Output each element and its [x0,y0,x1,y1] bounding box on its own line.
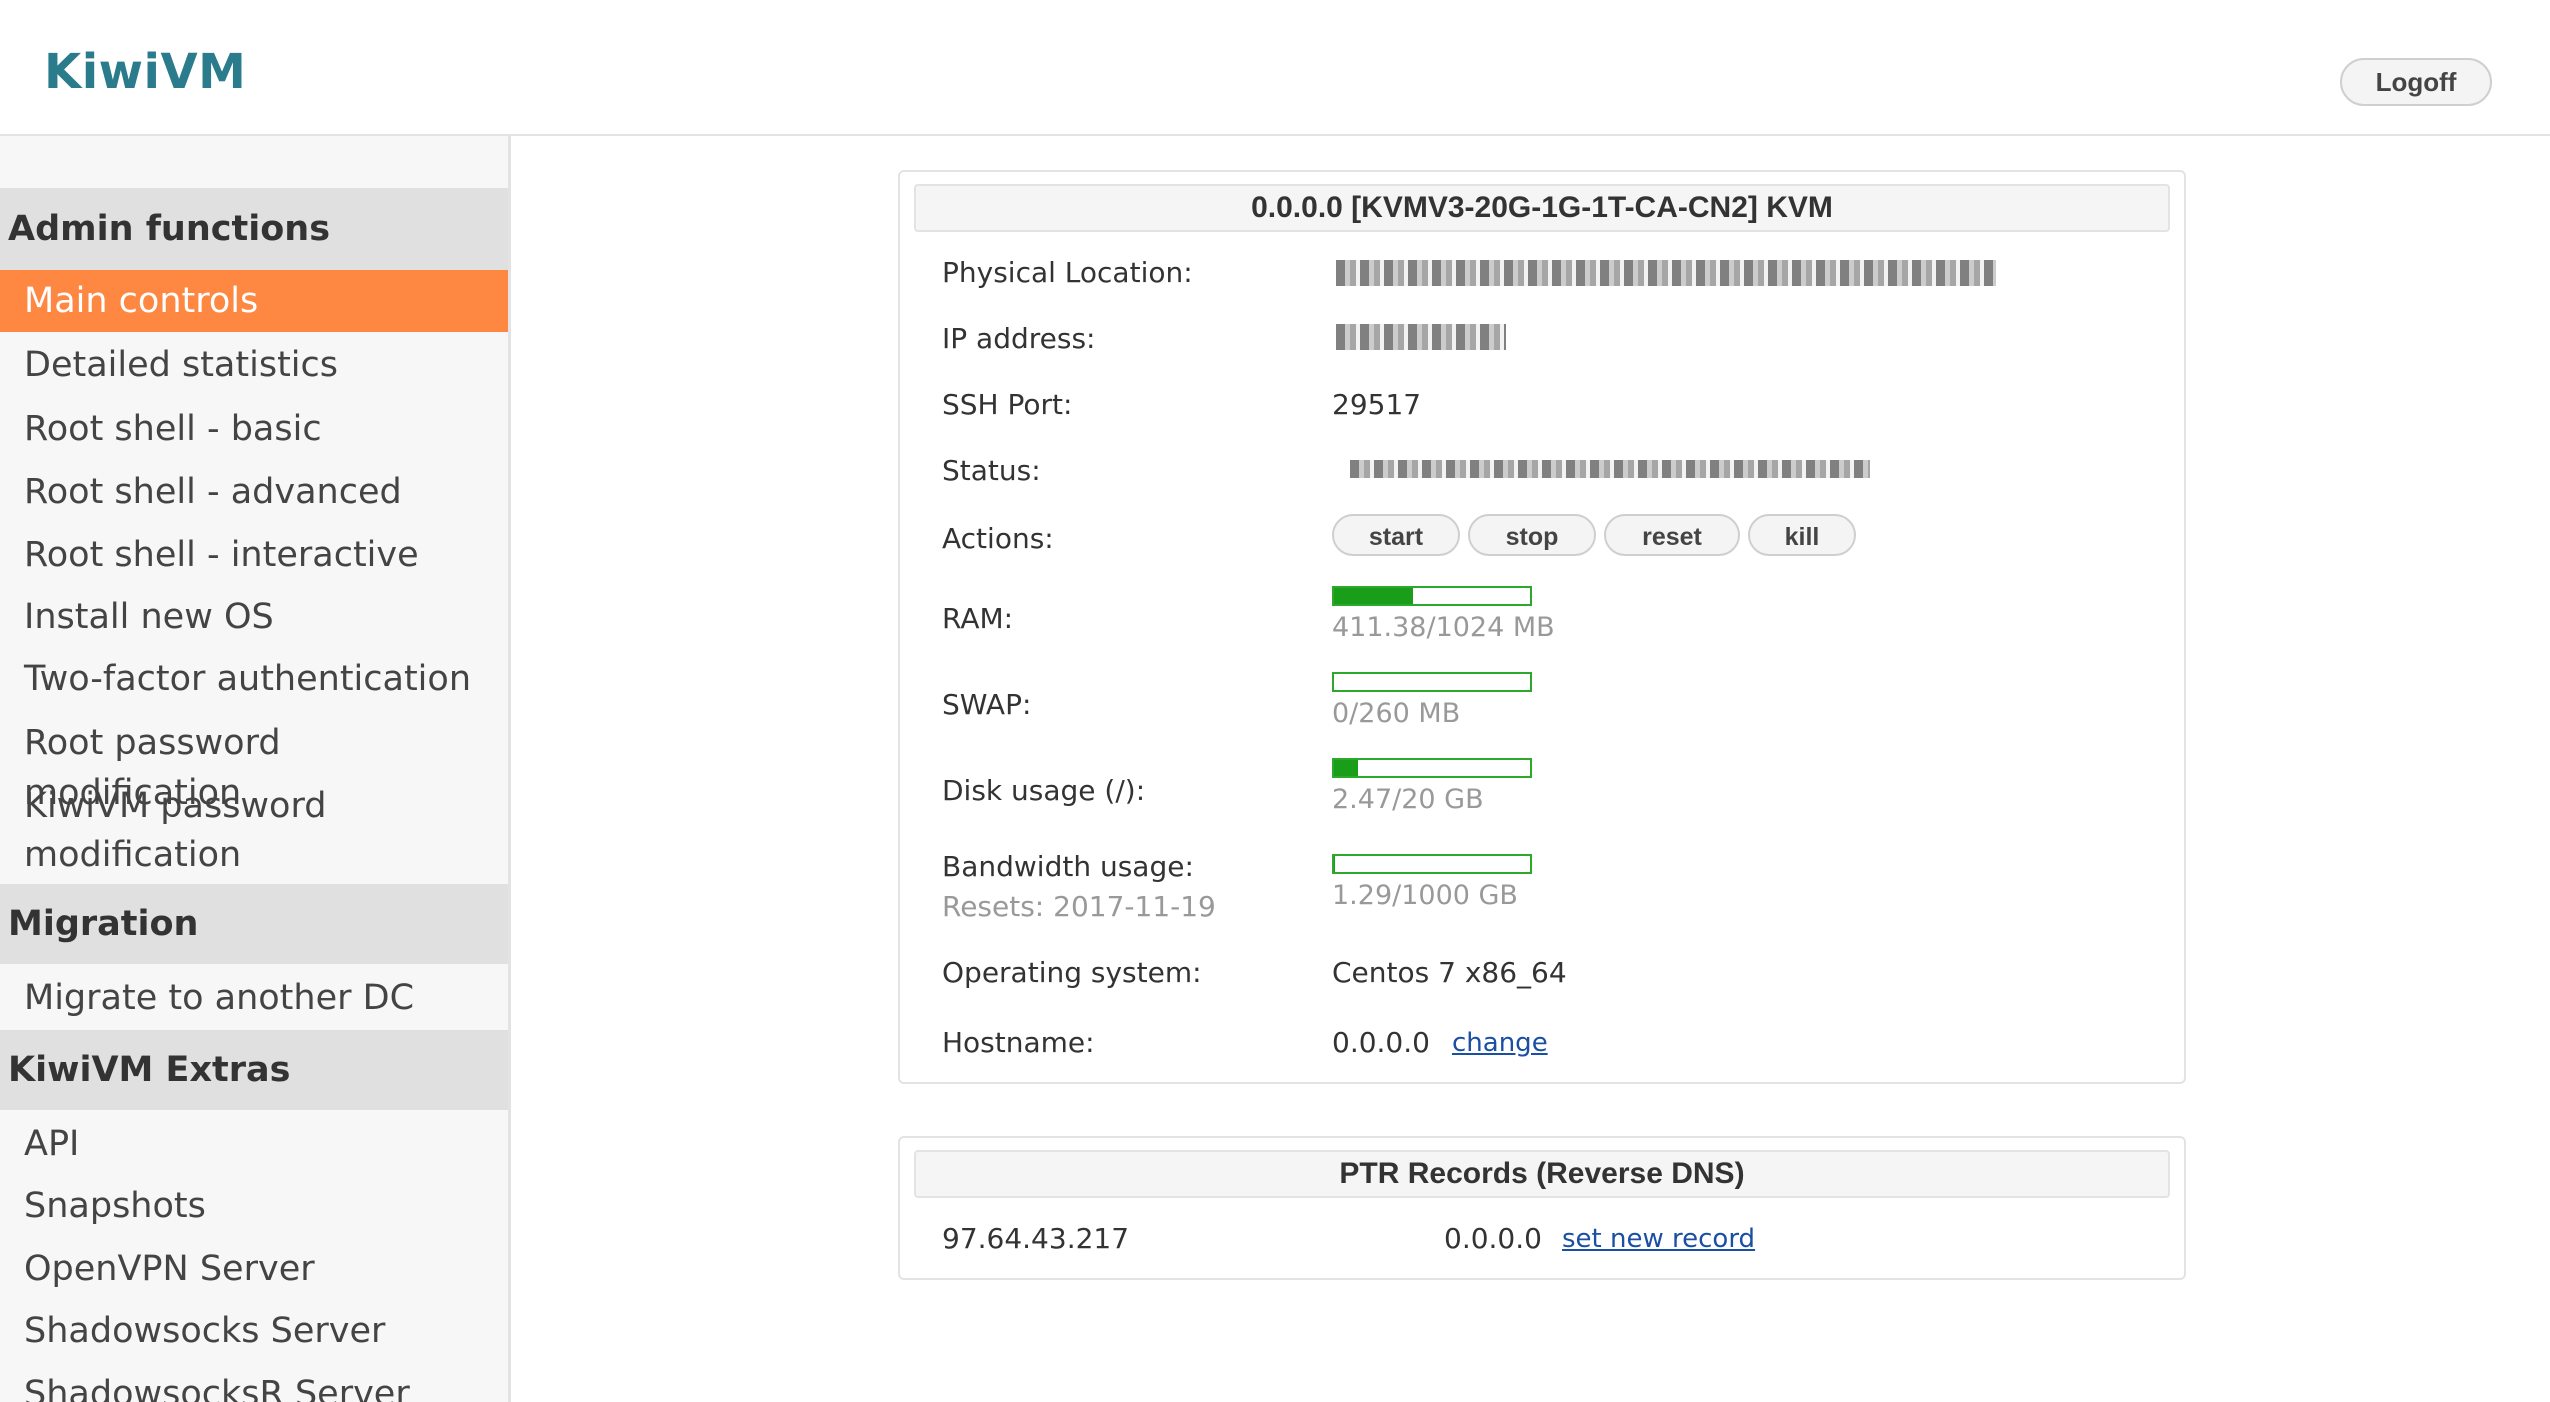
sidebar-item-install-new-os[interactable]: Install new OS [0,592,508,642]
bandwidth-usage-text: 1.29/1000 GB [1332,880,1518,911]
sidebar-section-kiwivm-extras: KiwiVM Extras [0,1030,508,1110]
bandwidth-bar [1332,854,1532,874]
swap-usage-text: 0/260 MB [1332,698,1461,729]
ram-bar [1332,586,1532,606]
hostname-label: Hostname: [942,1026,1095,1059]
swap-label: SWAP: [942,688,1032,721]
disk-usage-text: 2.47/20 GB [1332,784,1484,815]
vps-title: 0.0.0.0 [KVMV3-20G-1G-1T-CA-CN2] KVM [914,184,2170,232]
sidebar-item-api[interactable]: API [0,1119,508,1169]
vps-info-panel: 0.0.0.0 [KVMV3-20G-1G-1T-CA-CN2] KVM Phy… [898,170,2186,1084]
stop-button[interactable]: stop [1468,514,1596,556]
disk-bar-fill [1334,760,1359,776]
start-button[interactable]: start [1332,514,1460,556]
sidebar-item-main-controls[interactable]: Main controls [0,270,508,332]
physical-location-redacted [1336,260,1996,286]
sidebar-item-kiwivm-password-modification-line2[interactable]: modification [0,830,508,880]
ip-address-label: IP address: [942,322,1096,355]
sidebar-item-root-shell-basic[interactable]: Root shell - basic [0,404,508,454]
ssh-port-value: 29517 [1332,388,1422,421]
physical-location-label: Physical Location: [942,256,1193,289]
swap-bar [1332,672,1532,692]
sidebar-item-detailed-statistics[interactable]: Detailed statistics [0,340,508,390]
sidebar-item-root-shell-interactive[interactable]: Root shell - interactive [0,530,508,580]
sidebar-item-two-factor-authentication[interactable]: Two-factor authentication [0,654,508,704]
bandwidth-reset-date: Resets: 2017-11-19 [942,890,1216,923]
kiwivm-logo[interactable]: KiwiVM [44,44,246,100]
ip-address-redacted [1336,324,1506,350]
ram-label: RAM: [942,602,1014,635]
sidebar-item-openvpn-server[interactable]: OpenVPN Server [0,1244,508,1294]
disk-usage-label: Disk usage (/): [942,774,1146,807]
operating-system-value: Centos 7 x86_64 [1332,956,1567,989]
ram-usage-text: 411.38/1024 MB [1332,612,1555,643]
disk-bar [1332,758,1532,778]
ssh-port-label: SSH Port: [942,388,1073,421]
logoff-button[interactable]: Logoff [2340,58,2492,106]
sidebar-item-migrate-to-another-dc[interactable]: Migrate to another DC [0,973,508,1023]
ptr-ip-address: 97.64.43.217 [942,1222,1130,1255]
top-header: KiwiVM Logoff [0,0,2550,136]
sidebar-section-migration: Migration [0,884,508,964]
ram-bar-fill [1334,588,1413,604]
change-hostname-link[interactable]: change [1452,1028,1548,1058]
reset-button[interactable]: reset [1604,514,1740,556]
sidebar-item-kiwivm-password-modification[interactable]: KiwiVM password [0,781,508,831]
status-label: Status: [942,454,1041,487]
operating-system-label: Operating system: [942,956,1202,989]
sidebar: Admin functions Main controls Detailed s… [0,136,511,1402]
kill-button[interactable]: kill [1748,514,1856,556]
ptr-record-value: 0.0.0.0 [1444,1222,1542,1255]
sidebar-item-shadowsocks-server[interactable]: Shadowsocks Server [0,1306,508,1356]
sidebar-section-admin-functions: Admin functions [0,188,508,270]
ptr-records-panel: PTR Records (Reverse DNS) 97.64.43.217 0… [898,1136,2186,1280]
sidebar-item-snapshots[interactable]: Snapshots [0,1181,508,1231]
sidebar-item-root-shell-advanced[interactable]: Root shell - advanced [0,467,508,517]
actions-label: Actions: [942,522,1054,555]
status-redacted [1350,460,1870,478]
set-new-record-link[interactable]: set new record [1562,1224,1755,1254]
hostname-value: 0.0.0.0 [1332,1026,1430,1059]
ptr-records-title: PTR Records (Reverse DNS) [914,1150,2170,1198]
bandwidth-usage-label: Bandwidth usage: [942,850,1194,883]
sidebar-item-shadowsocksr-server[interactable]: ShadowsocksR Server [0,1369,508,1402]
